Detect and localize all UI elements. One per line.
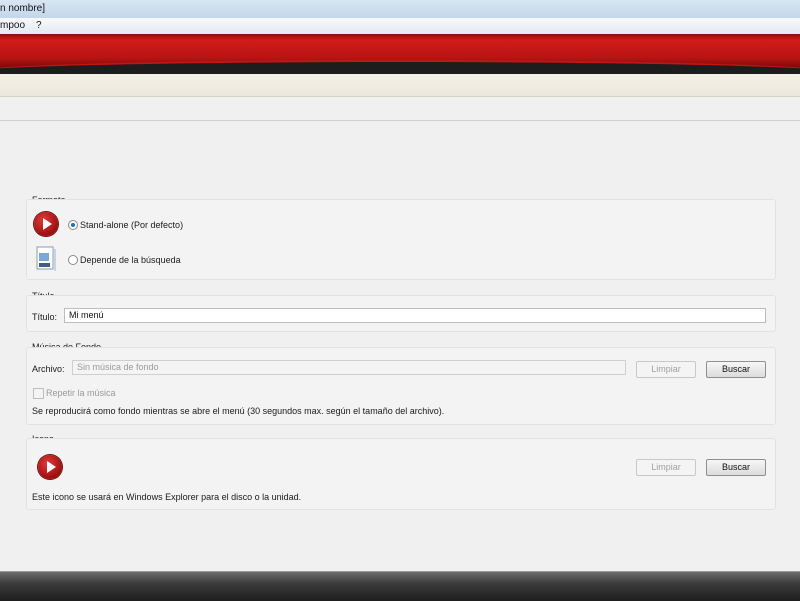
repeat-music-label: Repetir la música: [46, 388, 116, 398]
menu-bar: mpoo ?: [0, 18, 800, 34]
musica-note: Se reproducirá como fondo mientras se ab…: [32, 406, 445, 416]
repeat-music-checkbox[interactable]: [33, 388, 44, 399]
archivo-field-label: Archivo:: [32, 364, 65, 374]
play-icon: [34, 212, 58, 236]
header-banner: [0, 34, 800, 74]
disc-play-icon[interactable]: [38, 455, 62, 479]
window-title: n nombre]: [0, 3, 46, 14]
icono-note: Este icono se usará en Windows Explorer …: [32, 492, 302, 502]
icono-browse-button[interactable]: Buscar: [706, 459, 766, 476]
titulo-field-label: Título:: [32, 312, 58, 322]
menu-item-help[interactable]: ?: [36, 20, 42, 31]
archivo-input[interactable]: Sin música de fondo: [72, 360, 626, 375]
toolbar-strip: [0, 74, 800, 97]
formato-group: [26, 199, 776, 280]
musica-browse-button[interactable]: Buscar: [706, 361, 766, 378]
radio-stand-alone-label: Stand-alone (Por defecto): [80, 220, 184, 230]
icono-clear-button[interactable]: Limpiar: [636, 459, 696, 476]
divider: [0, 120, 800, 121]
menu-item-tiempo[interactable]: mpoo: [0, 20, 25, 31]
document-icon: [36, 246, 56, 271]
musica-clear-button[interactable]: Limpiar: [636, 361, 696, 378]
radio-depende-busqueda[interactable]: [68, 255, 78, 265]
radio-stand-alone[interactable]: [68, 220, 78, 230]
titulo-input[interactable]: Mi menú: [64, 308, 766, 323]
banner-sweep: [0, 60, 800, 74]
window-titlebar: n nombre]: [0, 0, 800, 19]
bottom-bar: [0, 571, 800, 601]
radio-depende-busqueda-label: Depende de la búsqueda: [80, 255, 181, 265]
